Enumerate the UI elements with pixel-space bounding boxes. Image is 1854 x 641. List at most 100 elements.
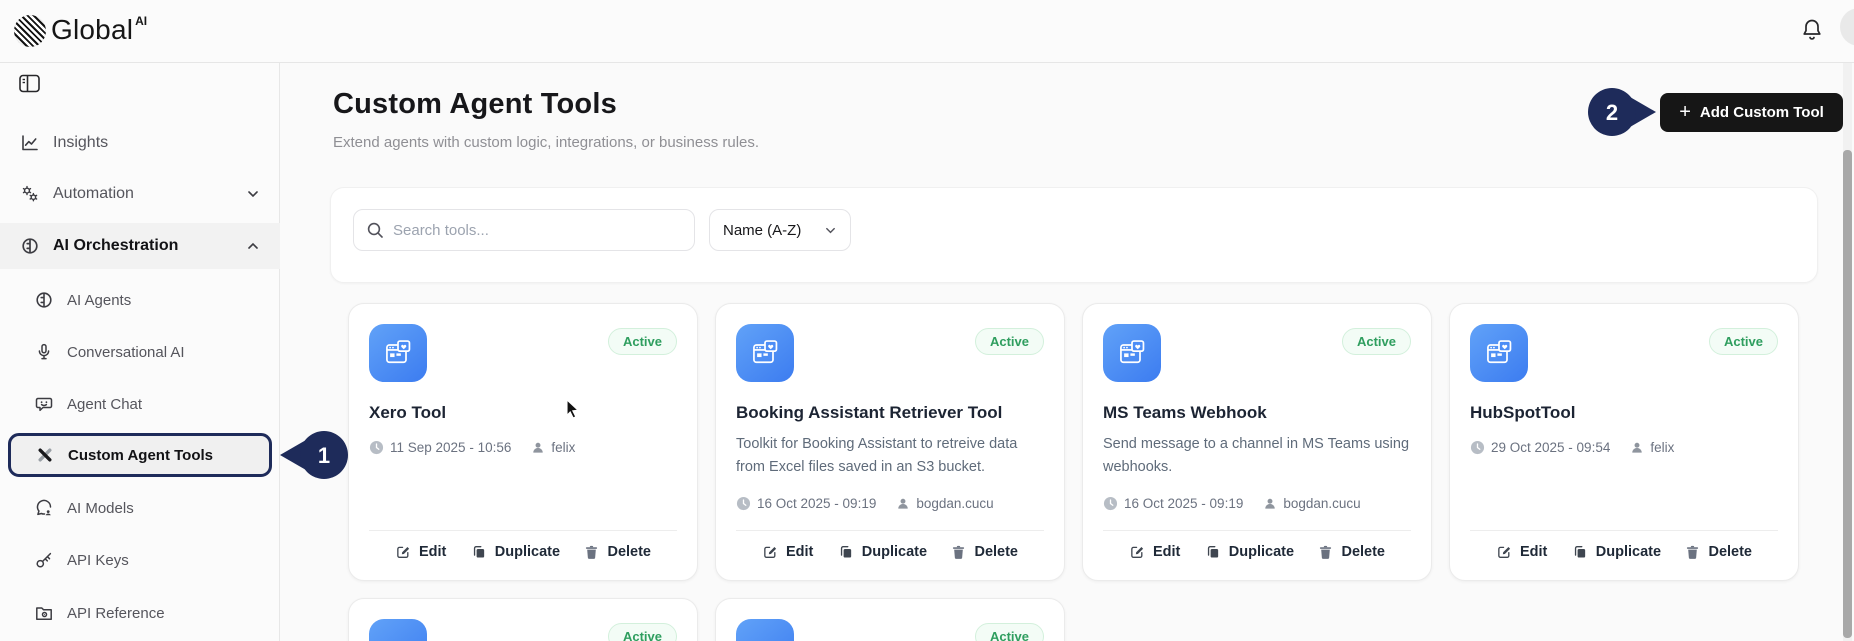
edit-label: Edit: [1153, 544, 1180, 560]
sidebar-item-automation[interactable]: Automation: [0, 172, 280, 216]
sidebar-item-custom-agent-tools[interactable]: Custom Agent Tools: [8, 433, 272, 477]
duplicate-button[interactable]: Duplicate: [838, 544, 927, 560]
tool-app-icon: [369, 619, 427, 641]
status-badge: Active: [608, 328, 677, 355]
add-custom-tool-button[interactable]: + Add Custom Tool: [1660, 93, 1843, 132]
status-badge: Active: [1342, 328, 1411, 355]
sort-dropdown[interactable]: Name (A-Z): [709, 209, 851, 251]
sidebar-item-label: Automation: [53, 185, 134, 203]
sidebar-toggle-icon[interactable]: [18, 73, 44, 95]
delete-button[interactable]: Delete: [1685, 544, 1752, 560]
duplicate-button[interactable]: Duplicate: [1572, 544, 1661, 560]
clock-icon: [1470, 440, 1485, 455]
edit-label: Edit: [1520, 544, 1547, 560]
edit-label: Edit: [419, 544, 446, 560]
tool-title: Booking Assistant Retriever Tool: [736, 403, 1044, 423]
trash-icon: [951, 544, 966, 560]
key-icon: [34, 550, 54, 570]
annotation-step-2: 2: [1586, 88, 1658, 136]
search-input[interactable]: [393, 222, 682, 239]
duplicate-label: Duplicate: [862, 544, 927, 560]
tools-toolbar: Name (A-Z): [330, 187, 1818, 283]
sidebar-item-label: AI Agents: [67, 292, 131, 309]
status-badge: Active: [1709, 328, 1778, 355]
delete-button[interactable]: Delete: [951, 544, 1018, 560]
brand-suffix: AI: [135, 14, 147, 28]
search-icon: [366, 221, 384, 239]
chevron-down-icon: [824, 224, 837, 237]
avatar[interactable]: [1840, 8, 1854, 46]
duplicate-label: Duplicate: [1229, 544, 1294, 560]
scrollbar-thumb[interactable]: [1843, 150, 1852, 638]
copy-icon: [1205, 544, 1221, 560]
edit-button[interactable]: Edit: [1496, 544, 1547, 560]
tool-card: Active MS Teams Webhook Send message to …: [1082, 303, 1432, 581]
tool-app-icon: [1470, 324, 1528, 382]
duplicate-label: Duplicate: [495, 544, 560, 560]
delete-button[interactable]: Delete: [584, 544, 651, 560]
gears-icon: [20, 184, 40, 204]
user-icon: [1263, 496, 1277, 511]
svg-text:1: 1: [318, 443, 330, 468]
delete-label: Delete: [607, 544, 651, 560]
tool-author: bogdan.cucu: [1283, 496, 1360, 511]
divider: [1470, 530, 1778, 531]
trash-icon: [1685, 544, 1700, 560]
microphone-icon: [34, 342, 54, 362]
edit-button[interactable]: Edit: [1129, 544, 1180, 560]
brain-icon: [20, 236, 40, 256]
sidebar-item-ai-orchestration[interactable]: AI Orchestration: [0, 223, 280, 269]
copy-icon: [838, 544, 854, 560]
duplicate-button[interactable]: Duplicate: [471, 544, 560, 560]
tool-card: Active Xero Tool 11 Sep 2025 - 10:56 fel…: [348, 303, 698, 581]
sidebar-item-ai-agents[interactable]: AI Agents: [0, 278, 280, 322]
sidebar-item-label: AI Orchestration: [53, 237, 178, 255]
tool-card: Active: [348, 598, 698, 641]
user-icon: [1630, 440, 1644, 455]
tool-title: MS Teams Webhook: [1103, 403, 1411, 423]
bell-icon[interactable]: [1798, 16, 1826, 46]
sidebar-item-agent-chat[interactable]: Agent Chat: [0, 382, 280, 426]
delete-label: Delete: [1708, 544, 1752, 560]
sidebar-item-insights[interactable]: Insights: [0, 121, 280, 165]
add-custom-tool-label: Add Custom Tool: [1700, 104, 1824, 121]
clock-icon: [369, 440, 384, 455]
clock-icon: [1103, 496, 1118, 511]
tool-title: Xero Tool: [369, 403, 677, 423]
page-subtitle: Extend agents with custom logic, integra…: [333, 134, 759, 151]
tool-title: HubSpotTool: [1470, 403, 1778, 423]
copy-icon: [1572, 544, 1588, 560]
tool-description: Toolkit for Booking Assistant to retreiv…: [736, 433, 1044, 479]
sort-value: Name (A-Z): [723, 222, 801, 239]
sidebar-item-api-reference[interactable]: API Reference: [0, 591, 280, 635]
status-badge: Active: [608, 623, 677, 641]
sidebar-item-label: Conversational AI: [67, 344, 185, 361]
sidebar-item-api-keys[interactable]: API Keys: [0, 538, 280, 582]
tool-card: Active: [715, 598, 1065, 641]
status-badge: Active: [975, 623, 1044, 641]
brain-icon: [34, 290, 54, 310]
chevron-down-icon: [246, 187, 260, 201]
tool-date: 16 Oct 2025 - 09:19: [1124, 496, 1243, 511]
page-title: Custom Agent Tools: [333, 88, 617, 121]
sidebar-item-conversational-ai[interactable]: Conversational AI: [0, 330, 280, 374]
trash-icon: [1318, 544, 1333, 560]
chart-line-icon: [20, 133, 40, 153]
edit-button[interactable]: Edit: [762, 544, 813, 560]
chevron-up-icon: [246, 239, 260, 253]
app-logo: Global AI: [14, 13, 147, 47]
tool-author: bogdan.cucu: [916, 496, 993, 511]
tool-cards-row: Active Xero Tool 11 Sep 2025 - 10:56 fel…: [348, 303, 1799, 581]
user-icon: [531, 440, 545, 455]
plus-icon: +: [1679, 102, 1691, 122]
pencil-icon: [762, 544, 778, 560]
delete-button[interactable]: Delete: [1318, 544, 1385, 560]
user-icon: [896, 496, 910, 511]
sidebar-item-ai-models[interactable]: AI Models: [0, 486, 280, 530]
chat-face-icon: [34, 394, 54, 414]
sidebar-item-label: Insights: [53, 134, 108, 152]
edit-button[interactable]: Edit: [395, 544, 446, 560]
duplicate-button[interactable]: Duplicate: [1205, 544, 1294, 560]
divider: [369, 530, 677, 531]
tool-app-icon: [1103, 324, 1161, 382]
